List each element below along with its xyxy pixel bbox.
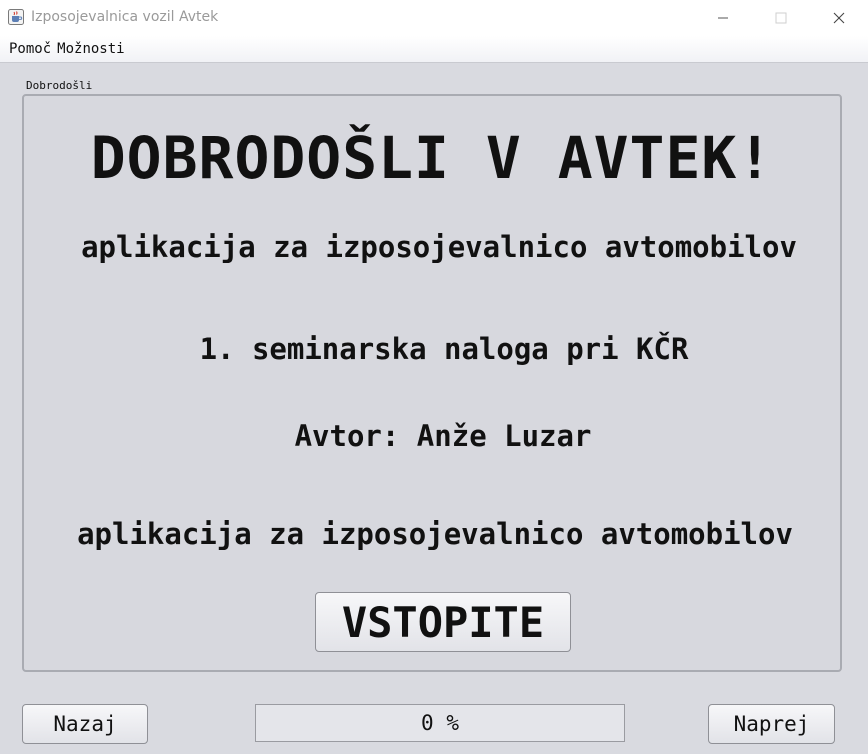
maximize-button[interactable]: [752, 0, 810, 36]
window-title: Izposojevalnica vozil Avtek: [31, 9, 219, 25]
close-button[interactable]: [810, 0, 868, 36]
app-subtitle: aplikacija za izposojevalnico avtomobilo…: [81, 230, 797, 264]
minimize-icon: [718, 17, 728, 19]
progress-bar: 0 %: [255, 704, 625, 742]
menu-bar: Pomoč Možnosti: [0, 36, 868, 63]
app-tagline: aplikacija za izposojevalnico avtomobilo…: [77, 517, 793, 551]
title-bar: Izposojevalnica vozil Avtek: [0, 0, 868, 36]
java-cup-icon: [8, 9, 24, 25]
close-icon: [833, 12, 845, 24]
author-text: Avtor: Anže Luzar: [294, 419, 592, 453]
progress-label: 0 %: [421, 711, 459, 735]
app-window: Izposojevalnica vozil Avtek Pomoč Možnos…: [0, 0, 868, 754]
seminar-text: 1. seminarska naloga pri KČR: [199, 332, 689, 366]
enter-button[interactable]: VSTOPITE: [315, 592, 571, 652]
next-button[interactable]: Naprej: [708, 704, 835, 744]
menu-help[interactable]: Pomoč: [9, 41, 51, 57]
menu-options[interactable]: Možnosti: [57, 41, 124, 57]
welcome-panel: DOBRODOŠLI V AVTEK! aplikacija za izposo…: [22, 94, 842, 672]
maximize-icon: [775, 12, 787, 24]
panel-title: Dobrodošli: [26, 79, 93, 92]
welcome-heading: DOBRODOŠLI V AVTEK!: [90, 124, 774, 192]
back-button[interactable]: Nazaj: [22, 704, 148, 744]
minimize-button[interactable]: [694, 0, 752, 36]
